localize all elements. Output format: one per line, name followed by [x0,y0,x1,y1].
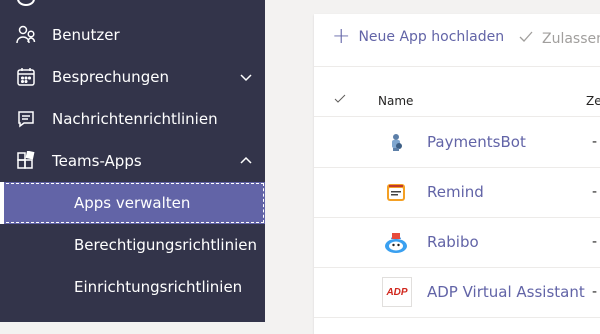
check-icon [518,29,534,49]
allow-label: Zulassen [542,31,600,47]
sidebar-subitem-label: Einrichtungsrichtlinien [74,278,243,296]
upload-app-label: Neue App hochladen [358,29,505,45]
sidebar-item-label: Teams-Apps [52,152,142,170]
calendar-icon [14,65,38,89]
sidebar-subitem-label: Berechtigungsrichtlinien [74,236,257,254]
sidebar-item-label: Benutzer [52,26,120,44]
toolbar: + Neue App hochladen Zulassen [314,14,600,67]
app-name[interactable]: Remind [427,183,484,201]
apps-card: + Neue App hochladen Zulassen Name Ze Pa… [314,14,600,334]
select-all-check-icon[interactable] [334,93,346,108]
sidebar-item-label: Besprechungen [52,68,169,86]
plus-icon: + [332,24,351,49]
chevron-up-icon[interactable] [238,153,254,169]
message-icon [14,107,38,131]
app-name[interactable]: PaymentsBot [427,133,526,151]
sidebar-subitem-berechtigungsrichtlinien[interactable]: Berechtigungsrichtlinien [0,224,265,266]
app-name[interactable]: ADP Virtual Assistant [427,283,585,301]
column-header-name[interactable]: Name [378,94,413,108]
remind-icon [382,178,410,206]
sidebar: Benutzer Besprechungen Nachrichtenrichtl… [0,0,265,322]
allow-button[interactable]: Zulassen [518,29,600,49]
table-header: Name Ze [314,90,600,117]
cell-value: - [592,234,598,250]
cell-value: - [592,134,598,150]
table-row[interactable]: Remind - [314,167,600,218]
sidebar-partial-item-icon [17,0,35,6]
sidebar-item-besprechungen[interactable]: Besprechungen [0,56,265,98]
cell-value: - [592,284,598,300]
rabibo-icon [382,228,410,256]
cell-value: - [592,184,598,200]
table-row[interactable]: Rabibo - [314,217,600,268]
sidebar-item-label: Nachrichtenrichtlinien [52,110,218,128]
sidebar-item-nachrichtenrichtlinien[interactable]: Nachrichtenrichtlinien [0,98,265,140]
users-icon [14,23,38,47]
apps-icon [14,149,38,173]
adp-icon: ADP [382,277,412,307]
column-header-second[interactable]: Ze [586,94,600,108]
table-row[interactable]: ADP ADP Virtual Assistant - [314,267,600,318]
chevron-down-icon[interactable] [238,69,254,85]
app-name[interactable]: Rabibo [427,233,479,251]
table-row[interactable]: PaymentsBot - [314,117,600,168]
upload-app-button[interactable]: + Neue App hochladen [332,24,505,49]
sidebar-subitem-label: Apps verwalten [74,194,191,212]
sidebar-item-teams-apps[interactable]: Teams-Apps [0,140,265,182]
sidebar-subitem-einrichtungsrichtlinien[interactable]: Einrichtungsrichtlinien [0,266,265,308]
active-indicator [0,182,4,224]
sidebar-item-benutzer[interactable]: Benutzer [0,14,265,56]
sidebar-subitem-apps-verwalten[interactable]: Apps verwalten [0,182,265,224]
paymentsbot-icon [382,128,410,156]
adp-logo-text: ADP [386,286,408,298]
